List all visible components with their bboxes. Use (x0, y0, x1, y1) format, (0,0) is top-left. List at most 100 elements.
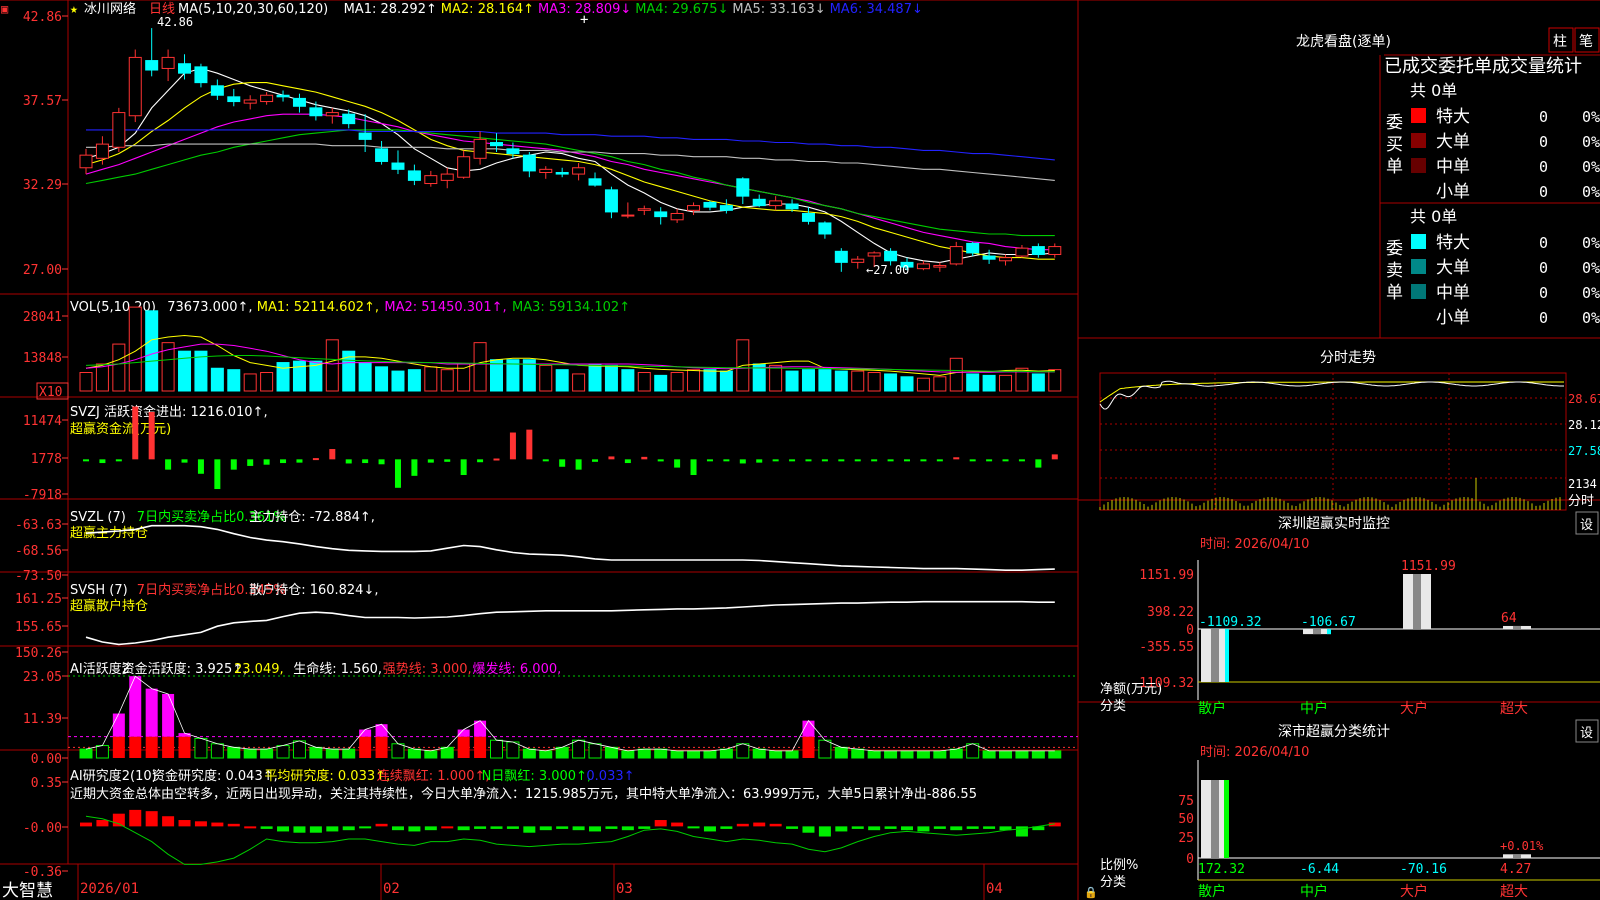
vol-bars (79, 306, 1062, 392)
ai2-bars (80, 809, 1061, 865)
lhb-side-label-char: 买 (1386, 135, 1403, 155)
classify-category: 中户 (1300, 883, 1328, 900)
research-bar (457, 826, 470, 831)
activity-bar (210, 743, 224, 759)
fund-flow-bar (969, 459, 976, 462)
volume-bar (637, 372, 651, 392)
classify-chart: 75 50 25 0 172.32 散户 -6.44 中户 -70.16 大户 4.27 超大 +0.0… (1178, 760, 1600, 900)
activity-bar (933, 750, 947, 759)
legend-item: MA3: 59134.102↑ (512, 300, 630, 315)
classify-y-label: 50 (1178, 812, 1194, 827)
lhb-buy-pct: 0% (1582, 133, 1600, 151)
research-bar (884, 826, 897, 829)
candle-body (490, 142, 503, 147)
candle-body (572, 167, 586, 175)
monitor-category: 大户 (1400, 700, 1428, 717)
date-x-axis: 2026/01 02 03 04 (77, 864, 1003, 900)
stock-name[interactable]: 冰川网络 (84, 1, 136, 17)
legend-item: 主力持仓: -72.884↑, (249, 510, 375, 525)
activity-bar (325, 748, 339, 759)
activity-bar (999, 750, 1013, 759)
y-tick-label: 0.35 (31, 776, 62, 791)
activity-bar-burst (375, 724, 388, 737)
legend-item: SVSH (7) (70, 583, 128, 598)
activity-bar (949, 748, 963, 759)
lhb-side-label-char: 单 (1386, 283, 1403, 303)
fund-flow-bar (1035, 459, 1042, 468)
classify-y-label: 25 (1178, 831, 1194, 846)
lhb-sell-count: 0 (1539, 309, 1548, 327)
y-tick-label: 28041 (23, 310, 62, 325)
research-bar (211, 822, 224, 827)
volume-bar (178, 350, 192, 392)
activity-bar (654, 748, 668, 759)
candle-body (506, 148, 520, 155)
activity-bar (1031, 750, 1045, 759)
candle-body (473, 138, 487, 159)
research-bar (851, 826, 864, 829)
y-tick-label: 13848 (23, 351, 62, 366)
fund-flow-bar (148, 412, 155, 460)
research-bar (753, 822, 766, 827)
intraday-y-label: 27.58 (1568, 444, 1600, 458)
y-tick-label: 161.25 (15, 592, 62, 607)
kline-ma-legend: MA(5,10,20,30,60,120) MA1: 28.292↑ MA2: 28… (178, 2, 923, 17)
legend-item: 资金活跃度: 3.925↑, (122, 661, 248, 677)
lhb-sell-name: 特大 (1436, 233, 1470, 253)
y-tick-label: 11.39 (23, 712, 62, 727)
candle-body (260, 94, 274, 103)
research-bar (408, 826, 421, 832)
y-tick-label: -68.56 (15, 544, 62, 559)
x-tick-label: 03 (616, 881, 633, 897)
candle-body (752, 198, 766, 207)
activity-bar (769, 750, 783, 759)
candle-body (358, 132, 372, 140)
fund-flow-bar (427, 459, 434, 463)
lhb-sell-count: 0 (1539, 284, 1548, 302)
intraday-title: 分时走势 (1320, 350, 1376, 366)
fund-flow-bar (887, 459, 894, 462)
fund-flow-bar (674, 459, 681, 468)
fund-flow-bar (821, 459, 828, 462)
lhb-side-label-char: 委 (1386, 113, 1403, 133)
y-tick-label: 32.29 (23, 178, 62, 193)
activity-bar-base (162, 736, 175, 758)
candle-body (982, 255, 996, 260)
lock-icon[interactable]: 🔒 (1084, 886, 1098, 899)
y-tick-label: 23.05 (23, 670, 62, 685)
star-icon[interactable]: ★ (70, 2, 78, 17)
lhb-sell-name: 小单 (1436, 308, 1470, 328)
intraday-y-label: 28.67 (1568, 392, 1600, 406)
research-bar (671, 822, 684, 827)
y-tick-label: 155.65 (15, 620, 62, 635)
volume-bar (95, 363, 109, 392)
y-tick-label: 37.57 (23, 94, 62, 109)
fund-flow-bar (345, 459, 352, 464)
fund-flow-bar (854, 459, 861, 462)
activity-bar-base (457, 736, 470, 758)
legend-item: SVZJ 活跃资金进出: 1216.010↑, (70, 404, 268, 420)
fund-flow-bar (739, 459, 746, 464)
volume-bar (703, 369, 717, 392)
candle-body (851, 258, 865, 263)
window-menu-icon[interactable]: ▣ (1, 2, 8, 16)
activity-bar (719, 748, 733, 759)
intraday-chart[interactable]: 28.67 28.12 27.58 2134 分时 (1099, 372, 1600, 511)
activity-bar-base (112, 736, 125, 758)
column-view-label: 柱 (1553, 34, 1567, 50)
lhb-sell-name: 大单 (1436, 258, 1470, 278)
volume-ma-line-2 (85, 343, 1055, 373)
candle-body (440, 173, 454, 181)
candle-body (785, 203, 799, 210)
legend-item: SVZL (7) (70, 510, 126, 525)
lhb-title: 龙虎看盘(逐单) (1296, 33, 1391, 50)
ma-line-2 (85, 82, 1055, 260)
volume-bar (424, 366, 438, 392)
activity-bar-burst (162, 693, 175, 737)
legend-item: N日飘红: 3.000↑, (482, 768, 591, 784)
research-bar (506, 826, 519, 829)
candle-body (966, 242, 980, 254)
candle-body (227, 96, 241, 103)
monitor-bar-label: -1109.32 (1199, 615, 1262, 630)
lhb-buy-name: 小单 (1436, 182, 1470, 202)
